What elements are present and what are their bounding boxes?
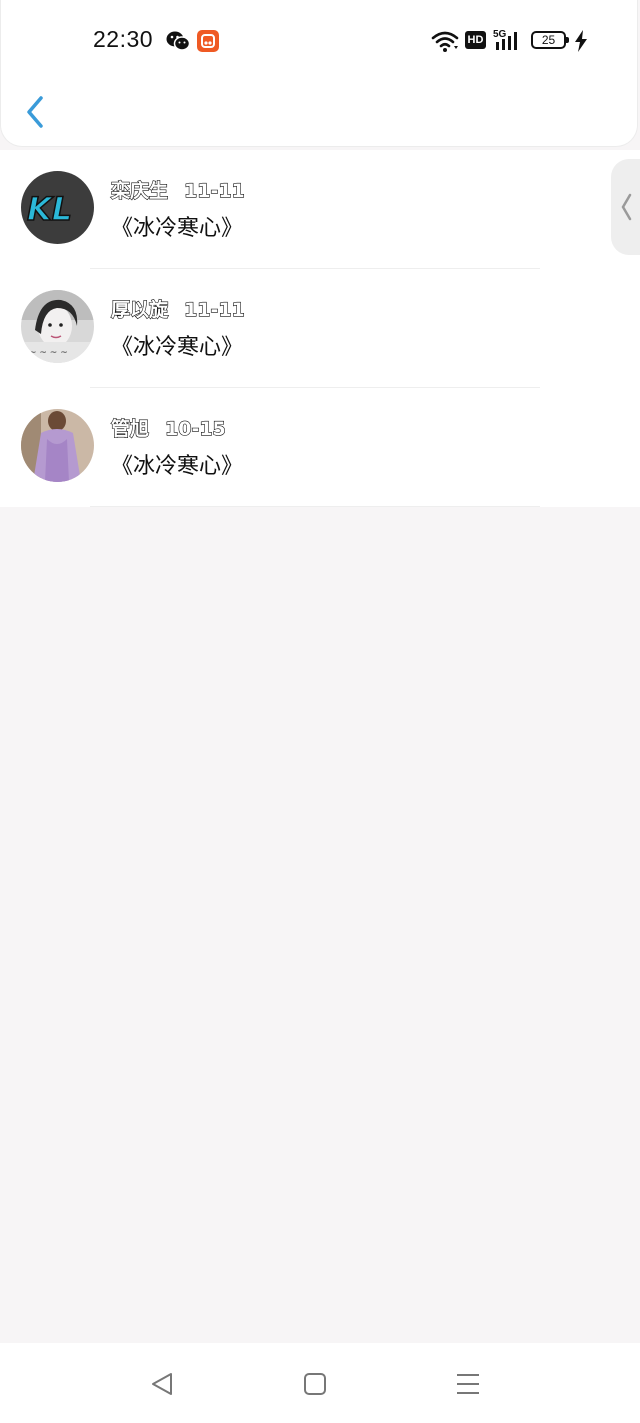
network-label: 5G	[493, 29, 507, 40]
signal-icon: 5G	[493, 28, 523, 52]
sender-name: 栾庆生	[110, 179, 169, 202]
nav-back-icon[interactable]	[149, 1371, 175, 1397]
message-preview: 《冰冷寒心》	[111, 454, 244, 479]
charging-icon	[575, 30, 587, 52]
purple-dress-avatar[interactable]	[21, 409, 94, 482]
list-item[interactable]: 管旭 10-15 《冰冷寒心》	[0, 388, 640, 507]
chevron-left-icon	[621, 193, 632, 221]
system-nav-bar	[0, 1343, 640, 1423]
kl-logo-avatar[interactable]: KL	[21, 171, 94, 244]
message-date: 11-11	[183, 298, 245, 321]
message-date: 10-15	[164, 417, 226, 440]
list-item[interactable]: ~ ~ ~ ~ 厚以旋 11-11 《冰冷寒心》	[0, 269, 640, 388]
message-list: KL 栾庆生 11-11 《冰冷寒心》 ~ ~ ~ ~ 厚以旋 11-11 《冰…	[0, 150, 640, 507]
side-pull-tab[interactable]	[611, 159, 640, 255]
battery-level: 25	[541, 33, 556, 47]
wechat-icon	[166, 31, 190, 51]
message-preview: 《冰冷寒心》	[111, 216, 244, 241]
list-item[interactable]: KL 栾庆生 11-11 《冰冷寒心》	[0, 150, 640, 269]
nav-home-icon[interactable]	[302, 1371, 328, 1397]
battery-icon: 25	[531, 31, 569, 49]
chevron-left-icon	[27, 96, 43, 128]
hd-icon: HD	[465, 31, 486, 49]
wifi-icon	[431, 31, 459, 52]
message-preview: 《冰冷寒心》	[111, 335, 244, 360]
woman-portrait-avatar[interactable]: ~ ~ ~ ~	[21, 290, 94, 363]
status-time: 22:30	[93, 26, 154, 52]
nav-menu-icon[interactable]	[455, 1371, 481, 1397]
back-button[interactable]	[19, 92, 53, 132]
svg-text:~ ~ ~ ~: ~ ~ ~ ~	[29, 348, 68, 358]
sender-name: 管旭	[110, 417, 150, 440]
svg-text:KL: KL	[27, 190, 72, 228]
sender-name: 厚以旋	[110, 298, 169, 321]
header-card: 22:30 HD 5G 25	[0, 0, 638, 147]
app-badge-icon	[197, 30, 219, 52]
message-date: 11-11	[183, 179, 245, 202]
